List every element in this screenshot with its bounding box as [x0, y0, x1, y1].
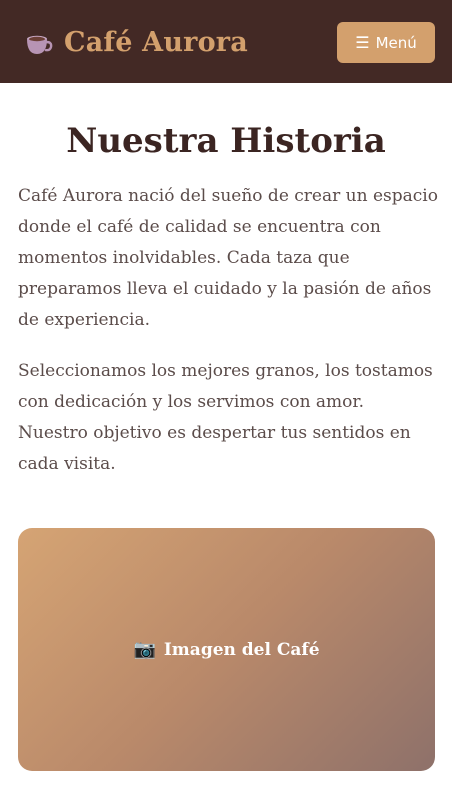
story-paragraph-2: Seleccionamos los mejores granos, los to… [18, 361, 433, 474]
image-placeholder-label: Imagen del Café [163, 639, 320, 660]
brand-title: Café Aurora [64, 27, 248, 58]
coffee-cup-icon [22, 27, 54, 59]
brand-logo-link[interactable]: Café Aurora [22, 26, 248, 60]
cafe-image-placeholder: 📷 Imagen del Café [18, 528, 435, 771]
menu-button-label: Menú [375, 33, 417, 52]
top-navigation-bar: Café Aurora ☰ Menú [0, 0, 452, 83]
story-paragraph-1: Café Aurora nació del sueño de crear un … [18, 186, 438, 330]
camera-icon: 📷 [133, 638, 156, 660]
menu-button[interactable]: ☰ Menú [337, 22, 435, 63]
page-title: Nuestra Historia [66, 121, 386, 161]
hamburger-menu-icon: ☰ [355, 32, 370, 52]
